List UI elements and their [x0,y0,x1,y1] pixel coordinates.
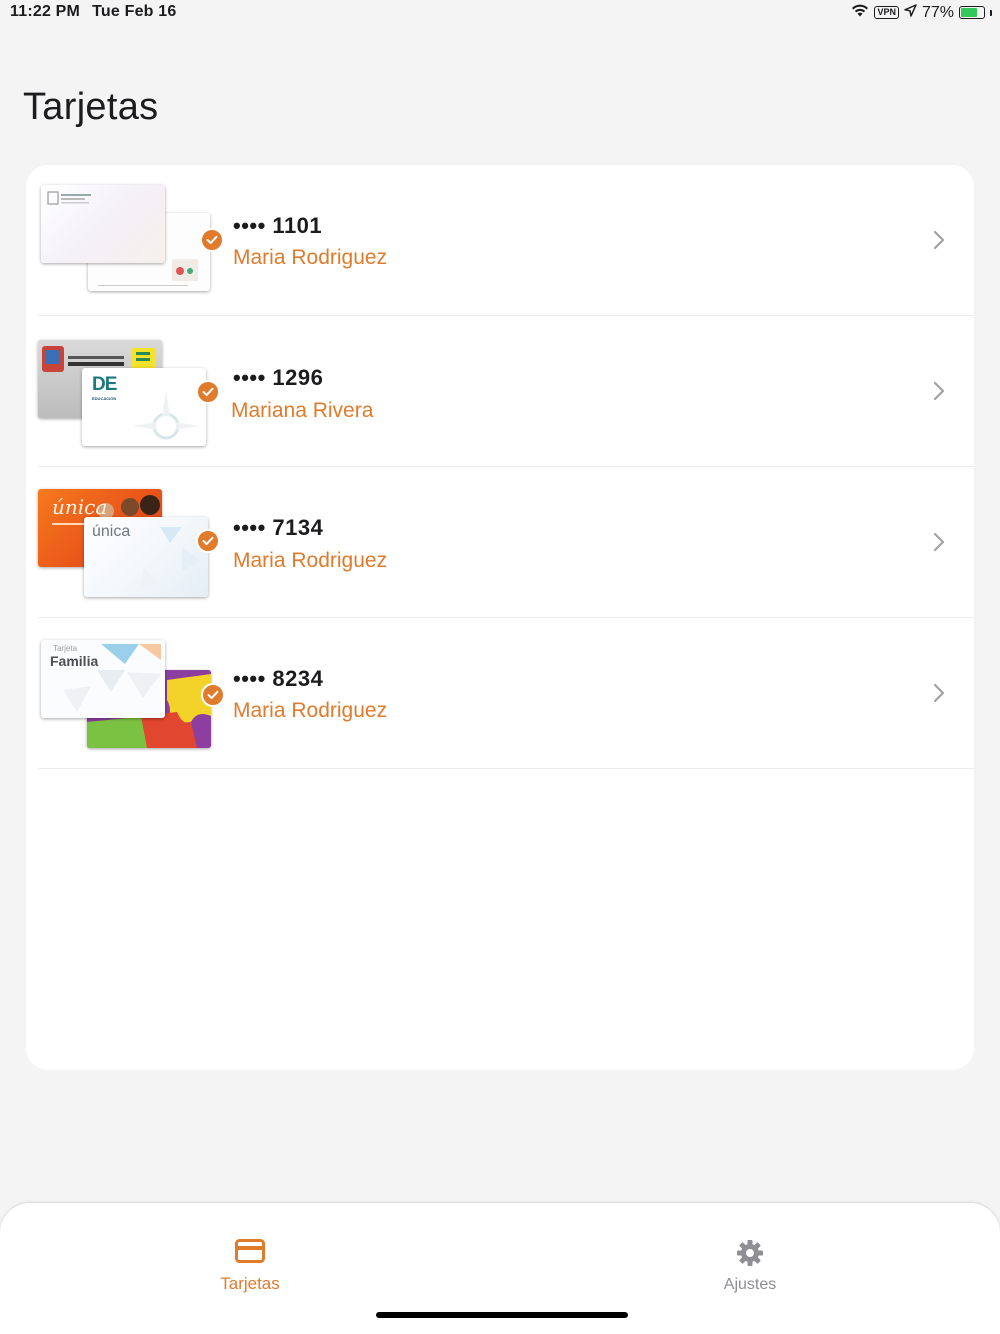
card-holder-name: Maria Rodriguez [233,246,388,269]
battery-cap [990,9,992,16]
card-number: •••• 8234 [233,666,324,691]
card-front-image: única [84,517,208,597]
card-row-1296[interactable]: DE EDUCACIÓN •••• 1296 Mariana Rivera [26,316,974,467]
checkmark-icon [201,683,225,707]
unica-front-logo: única [52,495,108,519]
tab-label: Ajustes [723,1276,777,1293]
card-thumbnail: DE EDUCACIÓN [36,334,220,449]
card-front-image: DE EDUCACIÓN [82,368,206,446]
chevron-right-icon [933,230,945,250]
de-caption: EDUCACIÓN [92,396,117,401]
card-front-image: Tarjeta Familia [41,640,165,718]
status-date: Tue Feb 16 [92,3,177,20]
credit-card-icon [235,1239,265,1267]
vpn-badge: VPN [874,6,899,19]
status-time: 11:22 PM [10,3,81,20]
chevron-right-icon [933,683,945,703]
status-indicators: VPN 77% [851,3,992,22]
card-number: •••• 1101 [233,213,323,238]
checkmark-icon [196,529,220,553]
card-number: •••• 1296 [233,365,324,390]
tab-ajustes[interactable]: Ajustes [690,1239,810,1294]
wifi-icon [851,3,869,22]
card-holder-name: Maria Rodriguez [233,699,388,722]
de-logo: DE [92,374,117,395]
card-thumbnail: Tarjeta Familia [36,636,225,751]
card-thumbnail: única única [36,485,220,600]
card-front-image [41,185,165,263]
location-arrow-icon [904,3,917,22]
card-row-7134[interactable]: única única •••• 7134 Maria Rodriguez [26,467,974,618]
card-row-1101[interactable]: •••• 1101 Maria Rodriguez [26,165,974,316]
chevron-right-icon [933,381,945,401]
tab-tarjetas[interactable]: Tarjetas [190,1239,310,1294]
unica-back-logo: única [92,523,131,540]
chevron-right-icon [933,532,945,552]
card-thumbnail [36,183,224,298]
status-time-date: 11:22 PM Tue Feb 16 [10,3,176,21]
card-row-8234[interactable]: Tarjeta Familia •••• 8234 Maria Rodrigue… [26,618,974,769]
home-indicator [376,1312,628,1318]
gear-icon [736,1240,764,1271]
cards-list: •••• 1101 Maria Rodriguez DE EDUCACIÓN •… [26,165,974,1070]
battery-percent: 77% [921,3,954,21]
row-divider [38,768,974,769]
card-holder-name: Mariana Rivera [231,399,374,422]
checkmark-icon [200,228,224,252]
battery-fill [961,8,978,17]
page-title: Tarjetas [23,86,159,128]
familia-logo: Familia [50,653,99,669]
battery-icon [959,6,985,19]
status-bar: 11:22 PM Tue Feb 16 VPN 77% [0,0,1000,30]
card-number: •••• 7134 [233,515,324,540]
familia-small-label: Tarjeta [53,644,78,653]
tab-label: Tarjetas [220,1274,280,1293]
checkmark-icon [196,380,220,404]
card-holder-name: Maria Rodriguez [233,549,388,572]
